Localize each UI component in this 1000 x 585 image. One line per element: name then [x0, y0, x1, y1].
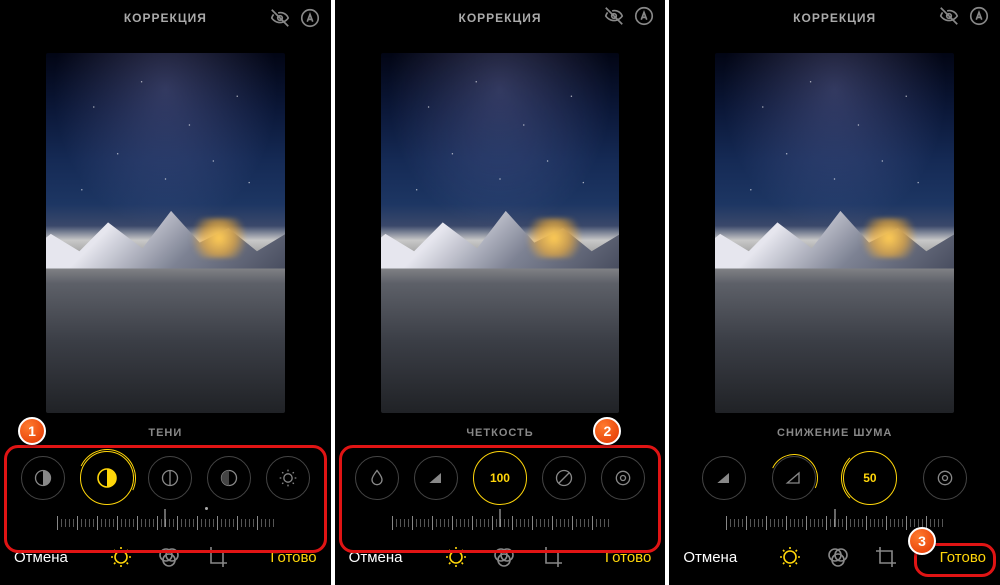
dial-item[interactable] [266, 456, 310, 500]
adjust-mode-icon[interactable] [109, 545, 133, 569]
crop-mode-icon[interactable] [540, 545, 564, 569]
image-preview[interactable] [335, 36, 666, 423]
dial-item[interactable] [702, 456, 746, 500]
crop-mode-icon[interactable] [205, 545, 229, 569]
dial-item-active[interactable]: 50 [843, 451, 897, 505]
editor-panel-1: КОРРЕКЦИЯ 1 ТЕНИ /*noop*/ О [0, 0, 331, 585]
value-slider[interactable] [335, 507, 666, 535]
filters-mode-icon[interactable] [492, 545, 516, 569]
screen-title: КОРРЕКЦИЯ [124, 11, 207, 25]
mode-switcher [109, 545, 229, 569]
image-preview[interactable] [0, 36, 331, 423]
cancel-button[interactable]: Отмена [349, 549, 403, 566]
top-icons [938, 5, 990, 32]
preview-toggle-icon[interactable] [938, 5, 960, 32]
adjustment-dials[interactable]: 50 [669, 445, 1000, 507]
dial-item-active[interactable] [80, 451, 134, 505]
done-button[interactable]: Готово [605, 549, 651, 566]
done-button[interactable]: Готово [940, 549, 986, 566]
preview-toggle-icon[interactable] [603, 5, 625, 32]
auto-enhance-icon[interactable] [633, 5, 655, 32]
top-icons [269, 7, 321, 29]
filters-mode-icon[interactable] [157, 545, 181, 569]
top-bar: КОРРЕКЦИЯ [0, 0, 331, 36]
adjustment-dials[interactable] [0, 445, 331, 507]
parameter-label: ТЕНИ [0, 423, 331, 445]
screen-title: КОРРЕКЦИЯ [459, 11, 542, 25]
done-button[interactable]: Готово [270, 549, 316, 566]
bottom-bar: Отмена Готово [0, 535, 331, 585]
editor-panel-3: КОРРЕКЦИЯ СНИЖЕНИЕ ШУМА 50 Отмена Готово… [669, 0, 1000, 585]
value-slider[interactable] [669, 507, 1000, 535]
top-bar: КОРРЕКЦИЯ [669, 0, 1000, 36]
filters-mode-icon[interactable] [826, 545, 850, 569]
callout-badge: 1 [18, 417, 46, 445]
dial-item[interactable] [21, 456, 65, 500]
top-icons [603, 5, 655, 32]
cancel-button[interactable]: Отмена [14, 549, 68, 566]
dial-item[interactable] [542, 456, 586, 500]
value-slider[interactable]: /*noop*/ [0, 507, 331, 535]
callout-badge: 3 [908, 527, 936, 555]
cancel-button[interactable]: Отмена [683, 549, 737, 566]
adjust-mode-icon[interactable] [444, 545, 468, 569]
editor-panel-2: КОРРЕКЦИЯ 2 ЧЕТКОСТЬ 100 Отмена Готово [335, 0, 666, 585]
dial-item[interactable] [772, 456, 816, 500]
bottom-bar: Отмена Готово [335, 535, 666, 585]
dial-item-active[interactable]: 100 [473, 451, 527, 505]
auto-enhance-icon[interactable] [299, 7, 321, 29]
dial-item[interactable] [355, 456, 399, 500]
dial-item[interactable] [414, 456, 458, 500]
dial-item[interactable] [207, 456, 251, 500]
screen-title: КОРРЕКЦИЯ [793, 11, 876, 25]
dial-item[interactable] [601, 456, 645, 500]
mode-switcher [778, 545, 898, 569]
top-bar: КОРРЕКЦИЯ [335, 0, 666, 36]
adjustment-dials[interactable]: 100 [335, 445, 666, 507]
image-preview[interactable] [669, 36, 1000, 423]
dial-item[interactable] [148, 456, 192, 500]
bottom-bar: Отмена Готово 3 [669, 535, 1000, 585]
auto-enhance-icon[interactable] [968, 5, 990, 32]
parameter-label: СНИЖЕНИЕ ШУМА [669, 423, 1000, 445]
mode-switcher [444, 545, 564, 569]
preview-toggle-icon[interactable] [269, 7, 291, 29]
crop-mode-icon[interactable] [874, 545, 898, 569]
adjust-mode-icon[interactable] [778, 545, 802, 569]
dial-item[interactable] [923, 456, 967, 500]
